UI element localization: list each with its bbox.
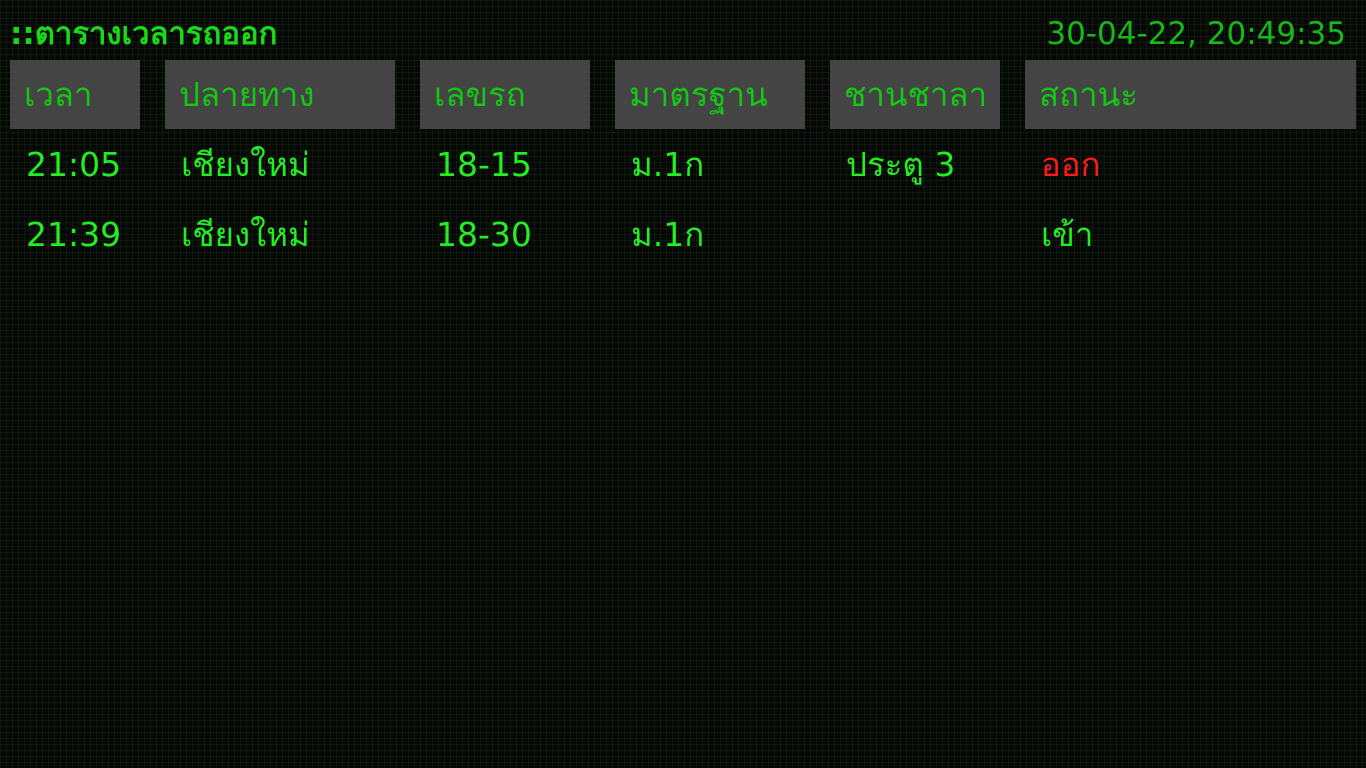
board-title: ::ตารางเวลารถออก — [10, 16, 278, 52]
header-status: สถานะ — [1025, 60, 1356, 129]
row-status: ออก — [1041, 145, 1101, 184]
header-platform: ชานชาลา — [830, 60, 1000, 129]
header-destination: ปลายทาง — [165, 60, 395, 129]
row-standard: ม.1ก — [631, 145, 705, 184]
row-platform: ประตู 3 — [846, 145, 956, 184]
row-time: 21:39 — [26, 215, 122, 254]
header-standard: มาตรฐาน — [615, 60, 805, 129]
row-destination: เชียงใหม่ — [181, 145, 310, 184]
clock: 30-04-22, 20:49:35 — [1046, 16, 1346, 52]
row-destination: เชียงใหม่ — [181, 215, 310, 254]
row-standard: ม.1ก — [631, 215, 705, 254]
table-row: 21:39 เชียงใหม่ 18-30 ม.1ก เข้า — [0, 205, 1366, 265]
row-train-number: 18-30 — [436, 215, 532, 254]
header-time: เวลา — [10, 60, 140, 129]
row-platform — [830, 205, 1000, 265]
row-status: เข้า — [1041, 215, 1094, 254]
header-train-number: เลขรถ — [420, 60, 590, 129]
table-row: 21:05 เชียงใหม่ 18-15 ม.1ก ประตู 3 ออก — [0, 135, 1366, 195]
row-time: 21:05 — [26, 145, 122, 184]
row-train-number: 18-15 — [436, 145, 532, 184]
